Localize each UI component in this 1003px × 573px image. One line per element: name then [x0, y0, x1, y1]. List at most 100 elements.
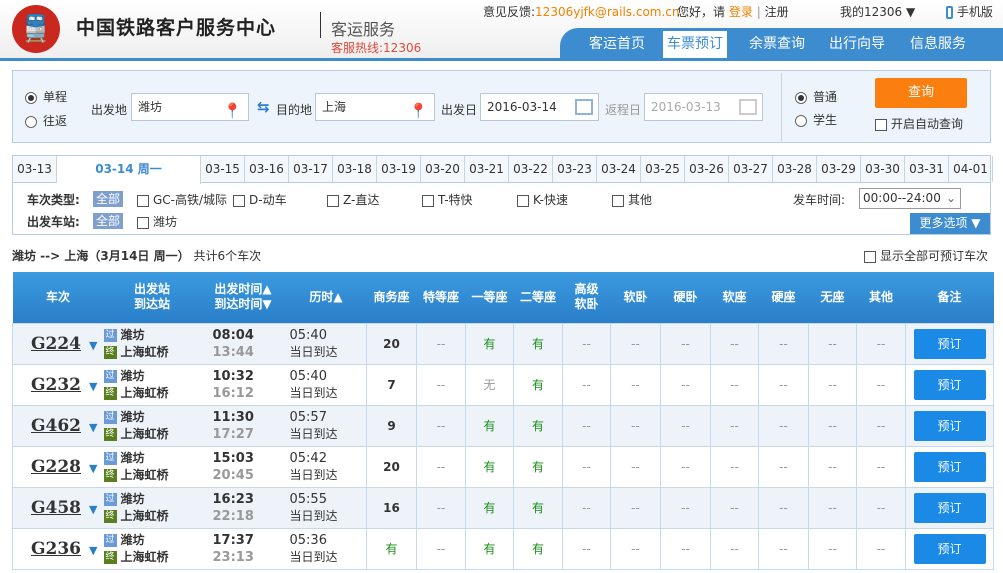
type-other-checkbox[interactable]: 其他: [612, 191, 652, 208]
arrival-day: 当日到达: [289, 467, 338, 482]
type-t-checkbox[interactable]: T-特快: [422, 191, 473, 208]
depart-time-select[interactable]: 00:00--24:00 ⌄: [859, 188, 961, 209]
train-number-link[interactable]: G236: [31, 539, 81, 559]
mobile-link[interactable]: 手机版: [957, 5, 993, 19]
date-tab[interactable]: 03-17: [289, 156, 333, 182]
date-tab[interactable]: 03-14 周一: [57, 156, 201, 184]
book-button[interactable]: 预订: [913, 328, 986, 359]
to-input[interactable]: 上海 📍: [315, 93, 435, 121]
depart-date-input[interactable]: 2016-03-14: [480, 93, 599, 121]
column-header[interactable]: 历时▲: [285, 272, 367, 323]
date-tab[interactable]: 03-15: [201, 156, 245, 182]
show-all-checkbox[interactable]: 显示全部可预订车次: [864, 247, 988, 264]
feedback-email-link[interactable]: 12306yjfk@rails.com.cn: [535, 5, 679, 19]
chevron-down-icon[interactable]: ▼: [89, 544, 97, 557]
arrival-day: 当日到达: [289, 344, 338, 359]
seat-availability: 有: [513, 322, 563, 365]
column-header: 备注: [905, 272, 994, 323]
date-tab[interactable]: 03-22: [509, 156, 553, 182]
chevron-down-icon[interactable]: ▼: [89, 339, 97, 352]
nav-home[interactable]: 客运首页: [585, 31, 649, 58]
date-tab[interactable]: 03-29: [817, 156, 861, 182]
column-header[interactable]: 出发时间▲ 到达时间▼: [200, 272, 286, 323]
normal-radio[interactable]: 普通: [795, 88, 837, 105]
date-tab[interactable]: 03-18: [333, 156, 377, 182]
table-row: G232 ▼ 过潍坊终上海虹桥 10:32 16:12 05:40 当日到达 7 -- 无有…: [12, 363, 994, 406]
date-tab[interactable]: 03-31: [905, 156, 949, 182]
book-button[interactable]: 预订: [913, 492, 986, 523]
train-number-link[interactable]: G458: [31, 498, 81, 518]
date-tab[interactable]: 03-25: [641, 156, 685, 182]
station-weifang-checkbox[interactable]: 潍坊: [137, 213, 177, 230]
type-z-checkbox[interactable]: Z-直达: [327, 191, 379, 208]
column-header: 一等座: [465, 272, 514, 323]
depart-time: 17:37: [212, 532, 254, 548]
duration: 05:42: [289, 450, 327, 466]
to-station: 上海虹桥: [120, 385, 169, 400]
one-way-radio[interactable]: 单程: [25, 88, 67, 105]
seat-availability: --: [710, 322, 759, 365]
seat-availability: 20: [366, 322, 417, 365]
login-link[interactable]: 登录: [729, 5, 753, 19]
my12306-menu[interactable]: 我的12306 ▼: [840, 3, 915, 20]
date-tab[interactable]: 03-19: [377, 156, 421, 182]
date-tab[interactable]: 03-16: [245, 156, 289, 182]
book-button[interactable]: 预订: [913, 410, 986, 441]
nav-info[interactable]: 信息服务: [906, 31, 970, 58]
date-tab[interactable]: 03-26: [685, 156, 729, 182]
date-tab[interactable]: 03-28: [773, 156, 817, 182]
seat-availability: 有: [513, 527, 563, 570]
search-panel: 单程 往返 出发地 潍坊 📍 ⇆ 目的地 上海 📍 出发日 2016-03-14 返…: [12, 70, 991, 143]
seat-availability: --: [856, 445, 906, 488]
nav-remaining[interactable]: 余票查询: [745, 31, 809, 58]
student-radio[interactable]: 学生: [795, 111, 837, 128]
type-all-button[interactable]: 全部: [93, 190, 124, 207]
type-d-checkbox[interactable]: D-动车: [233, 191, 287, 208]
train-type-label: 车次类型:: [27, 193, 80, 207]
date-tab[interactable]: 03-20: [421, 156, 465, 182]
train-number-link[interactable]: G224: [31, 334, 81, 354]
date-tab[interactable]: 04-01: [949, 156, 993, 182]
book-button[interactable]: 预订: [913, 533, 986, 564]
date-tab[interactable]: 03-21: [465, 156, 509, 182]
seat-availability: --: [610, 445, 661, 488]
nav-guide[interactable]: 出行向导: [825, 31, 889, 58]
from-input[interactable]: 潍坊 📍: [131, 93, 249, 121]
chevron-down-icon[interactable]: ▼: [89, 421, 97, 434]
pass-station-icon: 过: [103, 533, 117, 547]
date-tab[interactable]: 03-24: [597, 156, 641, 182]
arrive-time: 20:45: [212, 467, 254, 483]
swap-icon[interactable]: ⇆: [257, 98, 270, 116]
date-tab[interactable]: 03-30: [861, 156, 905, 182]
auto-query-checkbox[interactable]: 开启自动查询: [875, 115, 963, 132]
pass-station-icon: 过: [103, 369, 117, 383]
seat-availability: --: [562, 486, 611, 529]
seat-availability: --: [416, 404, 466, 447]
train-number-link[interactable]: G228: [31, 457, 81, 477]
date-tab[interactable]: 03-13: [13, 156, 57, 182]
table-row: G462 ▼ 过潍坊终上海虹桥 11:30 17:27 05:57 当日到达 9 -- 有有…: [12, 404, 994, 447]
arrive-time: 16:12: [212, 385, 254, 401]
train-number-link[interactable]: G462: [31, 416, 81, 436]
return-date-input[interactable]: 2016-03-13: [644, 93, 763, 121]
type-gc-checkbox[interactable]: GC-高铁/城际: [137, 191, 227, 208]
seat-availability: --: [660, 527, 711, 570]
station-all-button[interactable]: 全部: [93, 212, 124, 229]
chevron-down-icon[interactable]: ▼: [89, 503, 97, 516]
railway-logo[interactable]: 🚆: [12, 5, 60, 53]
chevron-down-icon[interactable]: ▼: [89, 380, 97, 393]
more-options-button[interactable]: 更多选项 ▼: [910, 213, 990, 234]
seat-availability: 有: [465, 445, 514, 488]
date-tab[interactable]: 03-23: [553, 156, 597, 182]
register-link[interactable]: 注册: [765, 5, 789, 19]
date-tab[interactable]: 03-27: [729, 156, 773, 182]
book-button[interactable]: 预订: [913, 451, 986, 482]
chevron-down-icon[interactable]: ▼: [89, 462, 97, 475]
nav-booking[interactable]: 车票预订: [663, 31, 727, 58]
book-button[interactable]: 预订: [913, 369, 986, 400]
train-number-link[interactable]: G232: [31, 375, 81, 395]
date-tabs: 03-13 03-14 周一 03-15 03-16 03-17 03-18 03-19 03…: [12, 155, 993, 184]
type-k-checkbox[interactable]: K-快速: [517, 191, 568, 208]
query-button[interactable]: 查询: [875, 78, 967, 108]
round-trip-radio[interactable]: 往返: [25, 112, 67, 129]
